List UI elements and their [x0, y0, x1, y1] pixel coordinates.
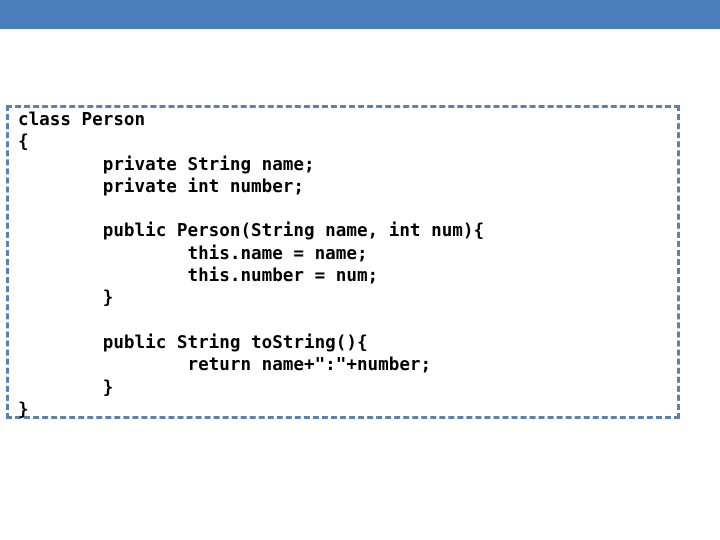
code-line: this.name = name; [18, 243, 368, 264]
code-line: public String toString(){ [18, 332, 368, 353]
code-line: { [18, 132, 29, 153]
decorative-top-band [0, 0, 720, 29]
code-line: return name+":"+number; [18, 355, 432, 376]
code-line: } [18, 288, 114, 309]
slide-canvas: class Person{ private String name; priva… [0, 0, 720, 540]
code-line: public Person(String name, int num){ [18, 221, 485, 242]
code-line: this.number = num; [18, 266, 379, 287]
code-line: } [18, 377, 114, 398]
code-line: private String name; [18, 154, 315, 175]
code-line: } [18, 399, 29, 420]
code-line: class Person [18, 110, 146, 130]
code-line: private int number; [18, 176, 304, 197]
code-block-container: class Person{ private String name; priva… [6, 105, 680, 421]
code-block-text: class Person{ private String name; priva… [18, 109, 484, 421]
